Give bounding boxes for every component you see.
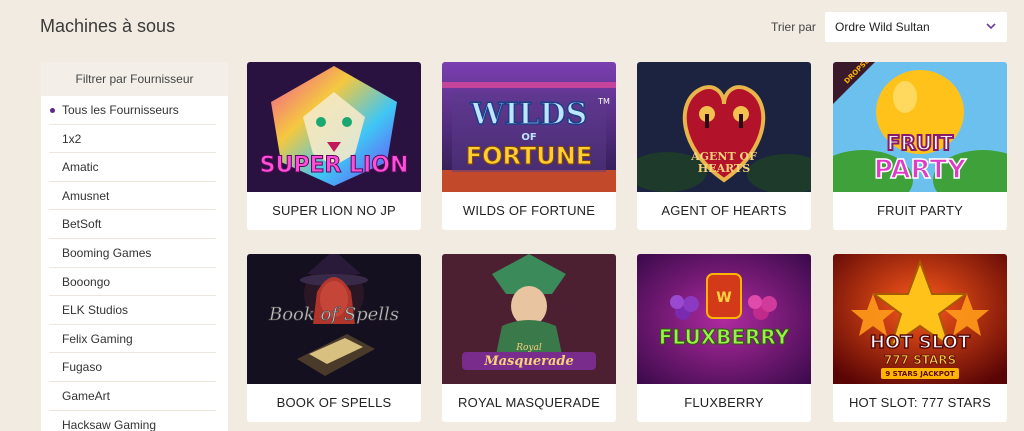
game-card[interactable]: W FLUXBERRY FLUXBERRY	[637, 254, 811, 422]
provider-filter-item[interactable]: Booongo	[49, 268, 216, 297]
svg-text:WILDS: WILDS	[470, 97, 588, 132]
provider-filter-item[interactable]: Fugaso	[49, 353, 216, 382]
game-name: ROYAL MASQUERADE	[458, 395, 600, 410]
game-name: BOOK OF SPELLS	[276, 395, 392, 410]
game-thumbnail: AGENT OF HEARTS	[637, 62, 811, 192]
svg-text:PARTY: PARTY	[874, 155, 967, 185]
svg-text:FORTUNE: FORTUNE	[466, 142, 593, 170]
provider-filter-item[interactable]: Amusnet	[49, 182, 216, 211]
svg-text:Masquerade: Masquerade	[483, 354, 574, 369]
provider-filter-item[interactable]: ELK Studios	[49, 296, 216, 325]
sort-label: Trier par	[771, 20, 816, 34]
svg-text:777 STARS: 777 STARS	[884, 353, 956, 367]
provider-filter-item[interactable]: BetSoft	[49, 210, 216, 239]
svg-text:9 STARS JACKPOT: 9 STARS JACKPOT	[885, 370, 955, 378]
provider-filter-item[interactable]: Amatic	[49, 153, 216, 182]
game-name: AGENT OF HEARTS	[661, 203, 787, 218]
svg-text:W: W	[716, 290, 731, 306]
game-thumbnail: WILDS OF FORTUNE TM	[442, 62, 616, 192]
provider-filter-sidebar: Filtrer par Fournisseur Tous les Fournis…	[41, 62, 228, 431]
game-name: SUPER LION NO JP	[272, 203, 396, 218]
game-card[interactable]: DROPS&WINS FRUIT PARTY FRUIT PARTY	[833, 62, 1007, 230]
game-card[interactable]: Royal Masquerade ROYAL MASQUERADE	[442, 254, 616, 422]
game-thumbnail: SUPER LION	[247, 62, 421, 192]
provider-filter-item[interactable]: Felix Gaming	[49, 325, 216, 354]
svg-text:Royal: Royal	[515, 343, 542, 353]
game-name: WILDS OF FORTUNE	[462, 203, 596, 218]
provider-filter-item[interactable]: Booming Games	[49, 239, 216, 268]
chevron-down-icon	[986, 23, 996, 30]
game-name: HOT SLOT: 777 STARS	[848, 395, 992, 410]
sort-select[interactable]: Ordre Wild Sultan	[825, 12, 1007, 42]
svg-text:FRUIT: FRUIT	[887, 131, 954, 155]
game-card[interactable]: HOT SLOT 777 STARS 9 STARS JACKPOT HOT S…	[833, 254, 1007, 422]
game-logo-text: SUPER LION	[260, 153, 409, 178]
game-card[interactable]: SUPER LION SUPER LION NO JP	[247, 62, 421, 230]
game-card[interactable]: Book of Spells BOOK OF SPELLS	[247, 254, 421, 422]
game-name: FLUXBERRY	[684, 395, 764, 410]
svg-text:FLUXBERRY: FLUXBERRY	[659, 325, 790, 349]
sort-select-value: Ordre Wild Sultan	[835, 20, 930, 34]
provider-filter-item[interactable]: Hacksaw Gaming	[49, 411, 216, 431]
svg-text:Book of Spells: Book of Spells	[268, 304, 399, 325]
game-thumbnail: HOT SLOT 777 STARS 9 STARS JACKPOT	[833, 254, 1007, 384]
svg-text:HOT SLOT: HOT SLOT	[870, 332, 971, 353]
game-thumbnail: DROPS&WINS FRUIT PARTY	[833, 62, 1007, 192]
sidebar-header: Filtrer par Fournisseur	[41, 62, 228, 96]
provider-filter-item[interactable]: GameArt	[49, 382, 216, 411]
svg-text:TM: TM	[597, 97, 610, 106]
game-thumbnail: Book of Spells	[247, 254, 421, 384]
game-name: FRUIT PARTY	[877, 203, 963, 218]
game-card[interactable]: WILDS OF FORTUNE TM WILDS OF FORTUNE	[442, 62, 616, 230]
provider-filter-item[interactable]: Tous les Fournisseurs	[49, 96, 216, 125]
game-thumbnail: Royal Masquerade	[442, 254, 616, 384]
svg-text:HEARTS: HEARTS	[698, 162, 750, 175]
page-title: Machines à sous	[40, 16, 176, 36]
game-thumbnail: W FLUXBERRY	[637, 254, 811, 384]
provider-list: Tous les Fournisseurs 1x2 Amatic Amusnet Bet…	[41, 96, 228, 431]
provider-filter-item[interactable]: 1x2	[49, 125, 216, 154]
game-card[interactable]: AGENT OF HEARTS AGENT OF HEARTS	[637, 62, 811, 230]
